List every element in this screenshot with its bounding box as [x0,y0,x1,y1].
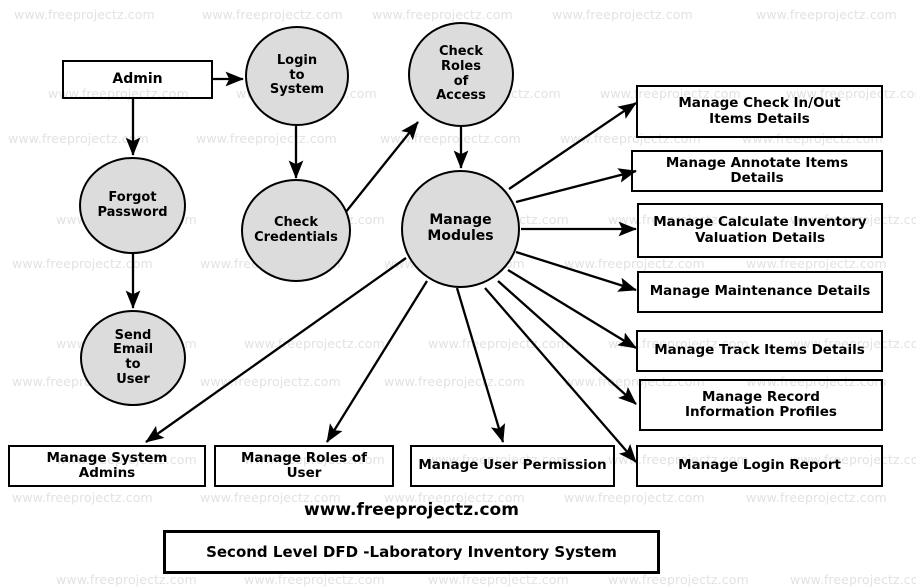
watermark-text: www.freeprojectz.com [200,374,341,389]
watermark-text: www.freeprojectz.com [428,572,569,587]
flow-modules-to-roles-of-user [326,280,428,443]
data-store-check-in-out-items-label: Manage Check In/Out Items Details [678,95,841,127]
watermark-text: www.freeprojectz.com [8,131,149,146]
process-send-email-to-user-label: Send Email to User [112,327,154,387]
watermark-text: www.freeprojectz.com [244,336,385,351]
watermark-text: www.freeprojectz.com [12,490,153,505]
data-store-user-permission[interactable]: Manage User Permission [410,445,615,487]
watermark-text: www.freeprojectz.com [790,572,916,587]
data-store-track-items[interactable]: Manage Track Items Details [636,330,883,372]
watermark-text: www.freeprojectz.com [608,572,749,587]
watermark-text: www.freeprojectz.com [56,572,197,587]
process-check-roles-of-access-label: Check Roles of Access [436,44,486,104]
watermark-text: www.freeprojectz.com [428,336,569,351]
data-store-check-in-out-items[interactable]: Manage Check In/Out Items Details [636,85,883,138]
process-forgot-password-label: Forgot Password [97,189,168,220]
process-login-to-system-label: Login to System [269,53,325,98]
data-store-record-information-profiles[interactable]: Manage Record Information Profiles [639,379,883,431]
data-store-system-admins[interactable]: Manage System Admins [8,445,206,487]
diagram-title-box: Second Level DFD -Laboratory Inventory S… [163,530,660,574]
dfd-diagram-canvas: www.freeprojectz.com www.freeprojectz.co… [0,0,916,587]
watermark-text: www.freeprojectz.com [196,131,337,146]
watermark-text: www.freeprojectz.com [380,131,521,146]
data-store-roles-of-user-label: Manage Roles of User [240,449,368,481]
process-send-email-to-user[interactable]: Send Email to User [80,310,186,406]
flow-modules-to-annotate-items [515,168,637,204]
process-check-credentials-label: Check Credentials [254,214,338,245]
data-store-login-report[interactable]: Manage Login Report [636,445,883,487]
data-store-system-admins-label: Manage System Admins [46,449,168,481]
data-store-maintenance-details[interactable]: Manage Maintenance Details [637,271,883,313]
external-entity-admin-label: Admin [112,70,163,87]
external-entity-admin[interactable]: Admin [62,60,213,99]
process-manage-modules[interactable]: Manage Modules [401,170,520,288]
flow-modules-to-check-in-out [508,102,637,190]
watermark-text: www.freeprojectz.com [372,7,513,22]
data-store-calculate-inventory-valuation[interactable]: Manage Calculate Inventory Valuation Det… [637,203,883,258]
data-store-calculate-inventory-valuation-label: Manage Calculate Inventory Valuation Det… [653,214,867,246]
flow-check-credentials-to-check-roles [344,121,419,214]
watermark-text: www.freeprojectz.com [564,256,705,271]
process-check-credentials[interactable]: Check Credentials [241,179,351,282]
data-store-annotate-items-label: Manage Annotate Items Details [665,154,849,186]
data-store-track-items-label: Manage Track Items Details [654,342,865,359]
data-store-user-permission-label: Manage User Permission [418,457,607,474]
watermark-text: www.freeprojectz.com [564,490,705,505]
process-check-roles-of-access[interactable]: Check Roles of Access [408,22,514,127]
watermark-text: www.freeprojectz.com [384,374,525,389]
process-manage-modules-label: Manage Modules [427,212,494,244]
data-store-maintenance-details-label: Manage Maintenance Details [649,283,871,300]
brand-watermark-footer: www.freeprojectz.com [304,500,519,520]
watermark-text: www.freeprojectz.com [552,7,693,22]
data-store-login-report-label: Manage Login Report [678,457,841,474]
watermark-text: www.freeprojectz.com [14,7,155,22]
watermark-text: www.freeprojectz.com [746,256,887,271]
data-store-record-information-profiles-label: Manage Record Information Profiles [685,388,837,420]
watermark-text: www.freeprojectz.com [12,256,153,271]
flow-modules-to-login-report [484,287,637,463]
flow-modules-to-record-information [497,280,637,405]
flow-modules-to-maintenance [515,250,637,292]
watermark-text: www.freeprojectz.com [244,572,385,587]
flow-modules-to-track-items [507,269,637,349]
watermark-text: www.freeprojectz.com [202,7,343,22]
flow-modules-to-user-permission [455,287,506,443]
process-forgot-password[interactable]: Forgot Password [79,157,186,254]
data-store-roles-of-user[interactable]: Manage Roles of User [214,445,394,487]
watermark-text: www.freeprojectz.com [756,7,897,22]
watermark-text: www.freeprojectz.com [746,490,887,505]
diagram-title-label: Second Level DFD -Laboratory Inventory S… [206,542,617,561]
process-login-to-system[interactable]: Login to System [245,26,349,126]
data-store-annotate-items[interactable]: Manage Annotate Items Details [631,150,883,192]
